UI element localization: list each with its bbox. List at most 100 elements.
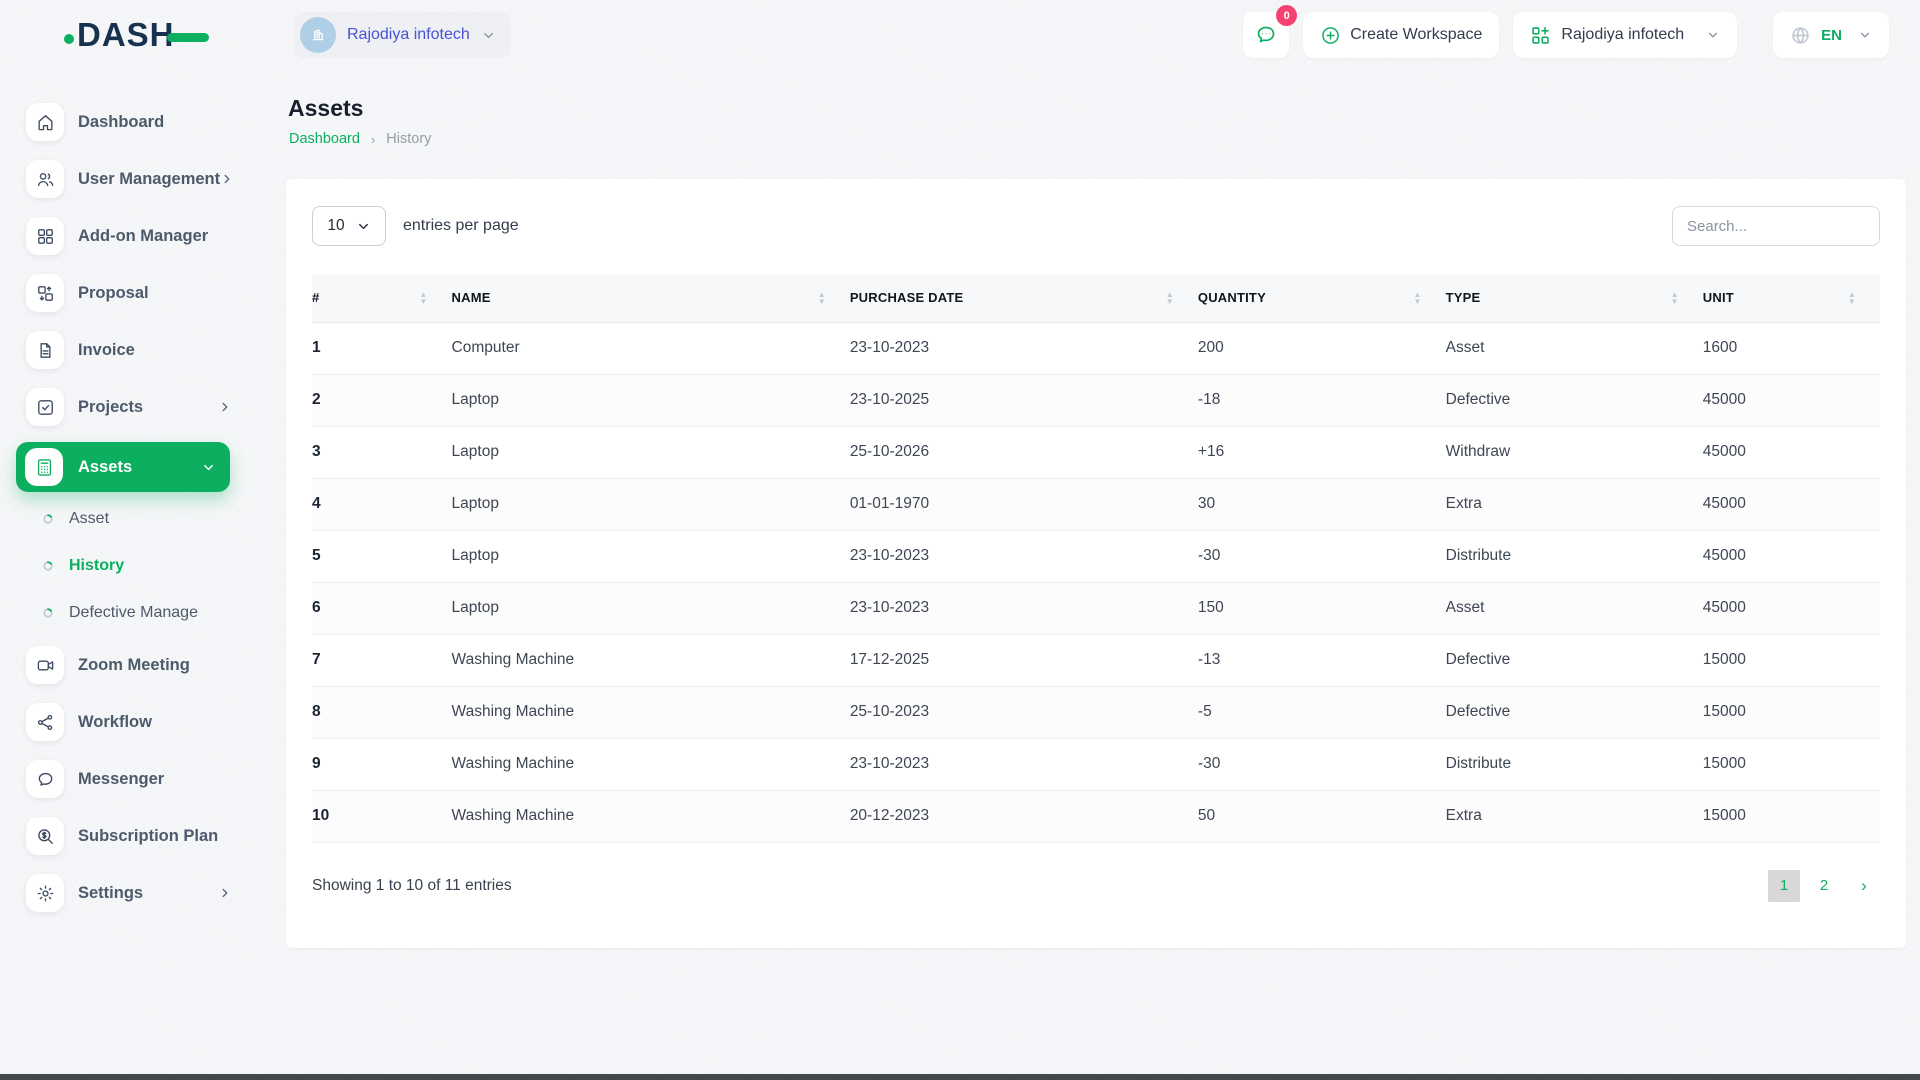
column-header-name[interactable]: NAME ▲ ▼ — [451, 274, 850, 323]
table-row: 9 Washing Machine 23-10-2023 -30 Distribute 1… — [312, 738, 1880, 791]
column-header-type[interactable]: TYPE ▲ ▼ — [1445, 274, 1703, 323]
table-row: 1 Computer 23-10-2023 200 Asset 1600 — [312, 322, 1880, 375]
workspace-selector[interactable]: Rajodiya infotech — [294, 12, 511, 58]
chevron-down-icon — [356, 219, 371, 234]
name-cell: Computer — [451, 322, 850, 375]
sidebar-item-label: Add-on Manager — [78, 226, 209, 245]
type-cell: Defective — [1445, 374, 1703, 427]
table-row: 8 Washing Machine 25-10-2023 -5 Defective 150… — [312, 686, 1880, 739]
breadcrumb-current: History — [386, 131, 432, 147]
name-cell: Laptop — [451, 374, 850, 427]
entries-per-page-value: 10 — [327, 217, 345, 234]
breadcrumb-dashboard-link[interactable]: Dashboard — [289, 131, 360, 147]
type-cell: Defective — [1445, 686, 1703, 739]
column-header-[interactable]: # ▲ ▼ — [312, 274, 452, 323]
sidebar-item-messenger[interactable]: Messenger — [26, 757, 232, 801]
sidebar-item-user-management[interactable]: User Management — [26, 157, 232, 201]
sidebar-item-settings[interactable]: Settings — [26, 871, 232, 915]
sidebar-item-invoice[interactable]: Invoice — [26, 328, 232, 372]
workflow-icon — [26, 703, 64, 741]
sidebar-item-add-on-manager[interactable]: Add-on Manager — [26, 214, 232, 258]
language-label: EN — [1821, 26, 1842, 44]
breadcrumb-separator: › — [370, 131, 376, 147]
chevron-down-icon — [481, 28, 496, 43]
entries-per-page-select[interactable]: 10 — [312, 206, 386, 246]
column-header-label: # — [312, 290, 320, 306]
sidebar-item-label: Dashboard — [78, 112, 165, 131]
chevron-right-icon — [218, 886, 232, 900]
window-bottom-edge — [0, 1074, 1920, 1080]
type-cell: Extra — [1445, 790, 1703, 843]
chat-bubble-icon — [1254, 23, 1278, 47]
grid-icon — [26, 217, 64, 255]
table-row: 7 Washing Machine 17-12-2025 -13 Defective 15… — [312, 634, 1880, 687]
unit-cell: 15000 — [1702, 686, 1880, 739]
name-cell: Washing Machine — [451, 738, 850, 791]
sidebar-item-dashboard[interactable]: Dashboard — [26, 100, 232, 144]
table-row: 2 Laptop 23-10-2025 -18 Defective 45000 — [312, 374, 1880, 427]
sidebar-subitem-defective-manage[interactable]: Defective Manage — [42, 596, 232, 630]
create-workspace-label: Create Workspace — [1350, 26, 1483, 43]
sidebar-subitem-label: History — [69, 557, 125, 574]
sidebar-nav: Dashboard User Management Add-on Manager Pr… — [0, 70, 246, 1080]
calculator-icon — [25, 448, 63, 486]
type-cell: Withdraw — [1445, 426, 1703, 479]
purchase-date-cell: 20-12-2023 — [849, 790, 1198, 843]
sidebar-item-zoom-meeting[interactable]: Zoom Meeting — [26, 643, 232, 687]
sidebar-subitem-label: Defective Manage — [69, 604, 198, 621]
language-menu-button[interactable]: EN — [1773, 12, 1889, 58]
search-input[interactable] — [1672, 206, 1880, 246]
sidebar-item-workflow[interactable]: Workflow — [26, 700, 232, 744]
workspace-selector-label: Rajodiya infotech — [347, 26, 470, 43]
messages-button[interactable]: 0 — [1243, 5, 1298, 58]
sidebar-item-projects[interactable]: Projects — [26, 385, 232, 429]
table-footer: Showing 1 to 10 of 11 entries 1 2 › — [312, 869, 1880, 902]
row-number-cell: 6 — [312, 582, 452, 635]
circle-dot-icon — [42, 560, 54, 572]
table-row: 6 Laptop 23-10-2023 150 Asset 45000 — [312, 582, 1880, 635]
sidebar-item-label: Settings — [78, 883, 144, 902]
chevron-down-icon — [1706, 28, 1720, 42]
quantity-cell: -30 — [1197, 738, 1446, 791]
quantity-cell: -18 — [1197, 374, 1446, 427]
globe-icon — [1790, 25, 1811, 46]
home-icon — [26, 103, 64, 141]
sidebar-subitem-asset[interactable]: Asset — [42, 502, 232, 536]
page-button-1[interactable]: 1 — [1768, 869, 1800, 902]
purchase-date-cell: 23-10-2025 — [849, 374, 1198, 427]
page-title: Assets — [288, 95, 364, 121]
notification-badge: 0 — [1276, 5, 1298, 26]
logo-dash-icon — [166, 32, 209, 42]
type-cell: Asset — [1445, 322, 1703, 375]
column-header-quantity[interactable]: QUANTITY ▲ ▼ — [1197, 274, 1446, 323]
quantity-cell: 50 — [1197, 790, 1446, 843]
sidebar-item-subscription-plan[interactable]: Subscription Plan — [26, 814, 232, 858]
chevron-down-icon — [201, 460, 216, 475]
sidebar-item-proposal[interactable]: Proposal — [26, 271, 232, 315]
column-header-purchase-date[interactable]: PURCHASE DATE ▲ ▼ — [849, 274, 1198, 323]
workspace-menu-button[interactable]: Rajodiya infotech — [1513, 12, 1738, 58]
unit-cell: 45000 — [1702, 530, 1880, 583]
column-header-label: UNIT — [1702, 290, 1734, 306]
name-cell: Laptop — [451, 530, 850, 583]
app-logo: DASH — [64, 0, 209, 70]
gear-icon — [26, 874, 64, 912]
column-header-unit[interactable]: UNIT ▲ ▼ — [1702, 274, 1880, 323]
name-cell: Laptop — [451, 582, 850, 635]
column-header-label: TYPE — [1445, 290, 1481, 306]
type-cell: Distribute — [1445, 530, 1703, 583]
sidebar-item-assets[interactable]: Assets — [16, 442, 230, 492]
name-cell: Laptop — [451, 478, 850, 531]
messenger-icon — [26, 760, 64, 798]
search-dollar-icon — [26, 817, 64, 855]
table-row: 3 Laptop 25-10-2026 +16 Withdraw 45000 — [312, 426, 1880, 479]
sidebar-subitem-history[interactable]: History — [42, 549, 232, 583]
next-page-button[interactable]: › — [1848, 870, 1880, 902]
page-button-2[interactable]: 2 — [1808, 870, 1840, 902]
building-icon — [300, 17, 336, 53]
video-camera-icon — [26, 646, 64, 684]
chevron-right-icon — [218, 400, 232, 414]
create-workspace-button[interactable]: Create Workspace — [1303, 12, 1500, 58]
sort-arrows-icon: ▲ ▼ — [817, 289, 826, 306]
unit-cell: 45000 — [1702, 426, 1880, 479]
